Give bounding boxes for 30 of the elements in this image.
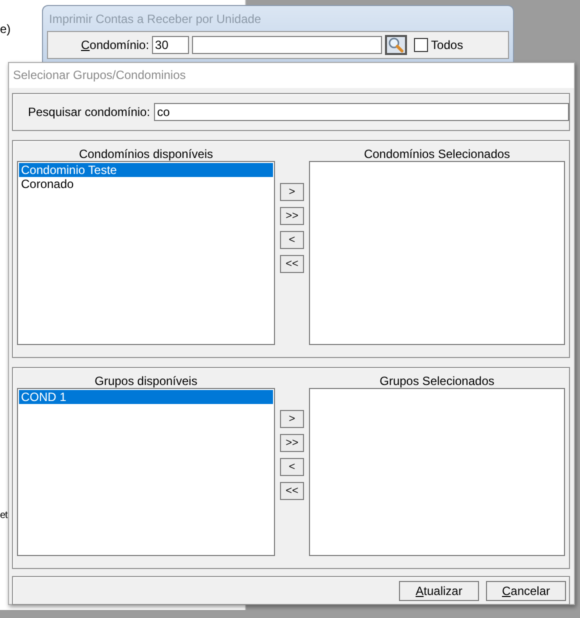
- list-title: Condomínios Selecionados: [362, 147, 512, 161]
- dialog-title: Selecionar Grupos/Condominios: [9, 63, 574, 88]
- search-button[interactable]: [385, 35, 408, 55]
- checkbox[interactable]: [414, 38, 428, 52]
- background-text: e): [0, 22, 11, 36]
- list-title: Condomínios disponíveis: [78, 147, 214, 161]
- field-label: Pesquisar condomínio:: [28, 105, 150, 119]
- search-field[interactable]: co: [154, 103, 569, 121]
- list-item[interactable]: Condominio Teste: [19, 163, 273, 177]
- update-button[interactable]: Atualizar: [399, 580, 479, 600]
- move-button[interactable]: <<: [280, 482, 304, 500]
- move-button[interactable]: >: [280, 410, 304, 428]
- list-title: Grupos disponíveis: [94, 374, 198, 388]
- name-field[interactable]: [192, 36, 382, 54]
- search-icon: [388, 37, 404, 53]
- cancel-button[interactable]: Cancelar: [486, 580, 566, 600]
- move-button[interactable]: <<: [280, 255, 304, 273]
- background-text: et: [0, 510, 8, 521]
- move-button[interactable]: >>: [280, 207, 304, 225]
- move-button[interactable]: <: [280, 458, 304, 476]
- field-label: Condomínio:: [81, 38, 150, 52]
- window-title: Imprimir Contas a Receber por Unidade: [48, 11, 262, 28]
- code-field[interactable]: 30: [152, 36, 190, 54]
- list-item[interactable]: Coronado: [19, 177, 273, 191]
- checkbox-label: Todos: [431, 38, 464, 52]
- list-title: Grupos Selecionados: [378, 374, 496, 388]
- move-button[interactable]: >: [280, 183, 304, 201]
- move-button[interactable]: >>: [280, 434, 304, 452]
- list-item[interactable]: COND 1: [19, 390, 273, 404]
- move-button[interactable]: <: [280, 231, 304, 249]
